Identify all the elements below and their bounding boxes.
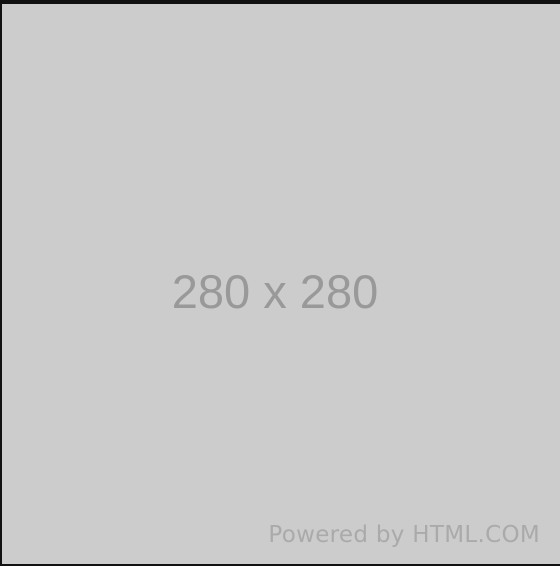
placeholder-image: 280 x 280 Powered by HTML.COM [0, 0, 560, 566]
powered-by-credit: Powered by HTML.COM [268, 522, 540, 548]
placeholder-dimensions-label: 280 x 280 [171, 265, 379, 318]
